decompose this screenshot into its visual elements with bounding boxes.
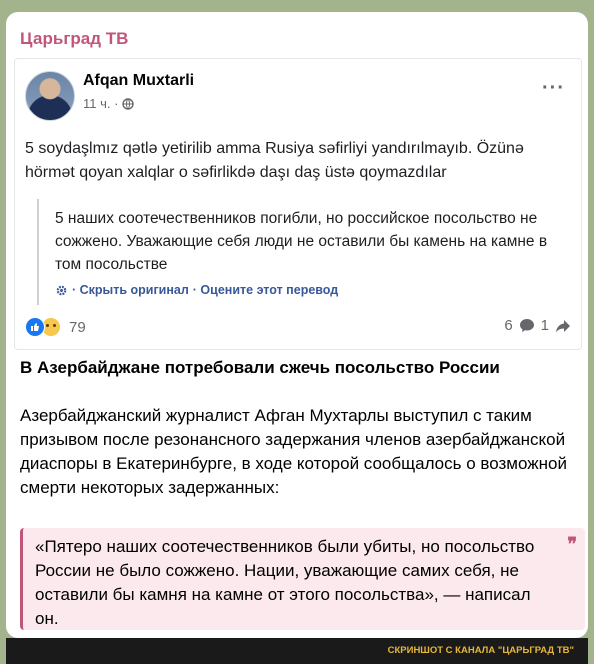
translation-block: 5 наших соотечественников погибли, но ро… bbox=[37, 199, 569, 305]
comment-count: 6 bbox=[504, 317, 513, 334]
share-count: 1 bbox=[540, 317, 549, 334]
post-text: 5 soydaşlmız qətlə yetirilib amma Rusiya… bbox=[25, 140, 524, 181]
share-icon bbox=[556, 319, 570, 332]
post-stats: 6 1 bbox=[504, 317, 571, 334]
article-headline: В Азербайджане потребовали сжечь посольс… bbox=[20, 358, 500, 377]
footer-caption: СКРИНШОТ С КАНАЛА "ЦАРЬГРАД ТВ" bbox=[387, 645, 574, 656]
gear-icon bbox=[56, 285, 67, 295]
reaction-count: 79 bbox=[69, 318, 86, 336]
translation-text: 5 наших соотечественников погибли, но ро… bbox=[55, 210, 548, 273]
embedded-post-screenshot: Afqan Muxtarli 11 ч. · ··· 5 soydaşlmız … bbox=[14, 58, 582, 350]
footer-bar: СКРИНШОТ С КАНАЛА "ЦАРЬГРАД ТВ" bbox=[6, 638, 588, 664]
like-icon bbox=[25, 317, 45, 337]
post-author: Afqan Muxtarli bbox=[83, 72, 195, 89]
channel-message: Царьград ТВ Afqan Muxtarli 11 ч. · ··· 5… bbox=[6, 12, 588, 638]
translation-links: · Скрыть оригинал · Оцените этот перевод bbox=[55, 283, 338, 297]
comment-icon bbox=[519, 319, 534, 332]
quote-block: «Пятеро наших соотечественников были уби… bbox=[20, 528, 585, 630]
quote-text: «Пятеро наших соотечественников были уби… bbox=[35, 537, 535, 628]
more-icon: ··· bbox=[542, 77, 565, 99]
quote-icon: ❞ bbox=[567, 534, 577, 554]
channel-name[interactable]: Царьград ТВ bbox=[20, 29, 128, 49]
hide-original-link: · Скрыть оригинал bbox=[72, 283, 189, 297]
post-meta: 11 ч. · bbox=[83, 96, 135, 111]
avatar bbox=[25, 71, 75, 121]
reactions: 79 bbox=[25, 317, 86, 337]
article-body: Азербайджанский журналист Афган Мухтарлы… bbox=[20, 406, 567, 497]
globe-icon bbox=[122, 97, 135, 110]
rate-translation-link: · Оцените этот перевод bbox=[192, 283, 339, 297]
post-time: 11 ч. · bbox=[83, 96, 119, 111]
